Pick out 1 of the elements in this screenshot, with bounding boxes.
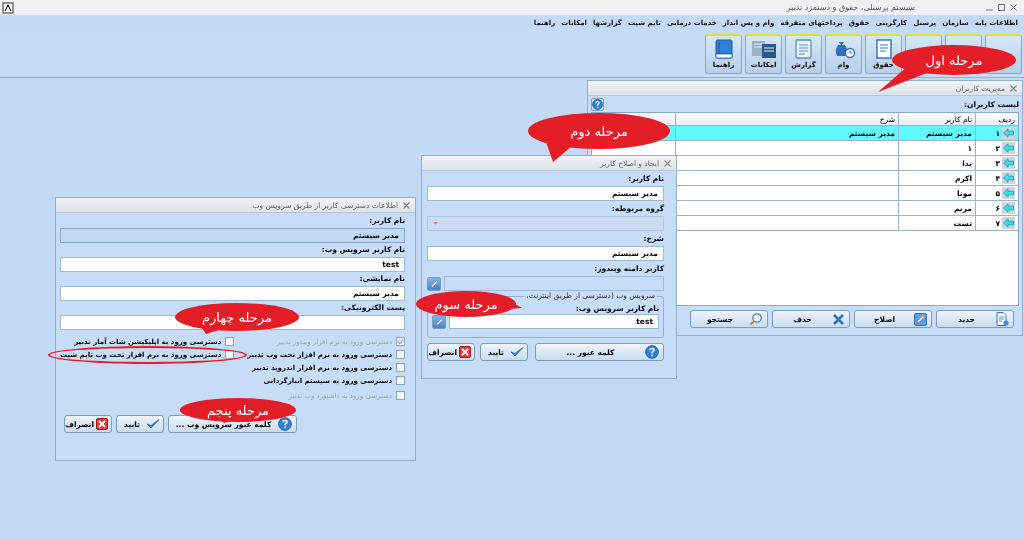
app-title: سیستم پرسنلی، حقوق و دستمزد تدبیر [786, 3, 915, 12]
